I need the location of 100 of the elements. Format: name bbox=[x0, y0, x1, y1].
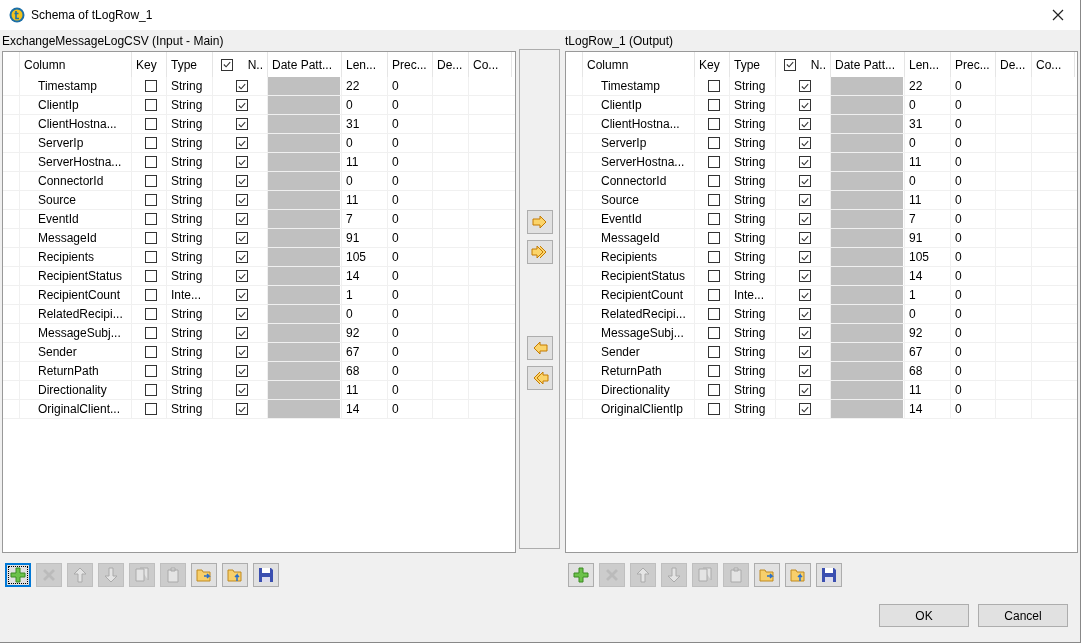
checkbox[interactable] bbox=[145, 289, 157, 301]
checkbox[interactable] bbox=[145, 365, 157, 377]
checkbox[interactable] bbox=[145, 118, 157, 130]
checkbox[interactable] bbox=[799, 270, 811, 282]
checkbox[interactable] bbox=[799, 118, 811, 130]
checkbox[interactable] bbox=[708, 327, 720, 339]
checkbox[interactable] bbox=[236, 403, 248, 415]
toolbar-button[interactable] bbox=[816, 563, 842, 587]
checkbox[interactable] bbox=[145, 232, 157, 244]
checkbox[interactable] bbox=[708, 175, 720, 187]
checkbox[interactable] bbox=[784, 58, 796, 71]
column-header[interactable]: Prec... bbox=[388, 52, 433, 77]
checkbox[interactable] bbox=[236, 384, 248, 396]
dialog-button[interactable]: OK bbox=[879, 604, 969, 627]
column-header[interactable]: Prec... bbox=[951, 52, 996, 77]
checkbox[interactable] bbox=[708, 289, 720, 301]
checkbox[interactable] bbox=[799, 175, 811, 187]
checkbox[interactable] bbox=[145, 308, 157, 320]
checkbox[interactable] bbox=[708, 99, 720, 111]
checkbox[interactable] bbox=[236, 175, 248, 187]
table-cell: String bbox=[734, 193, 766, 207]
checkbox[interactable] bbox=[236, 251, 248, 263]
column-header[interactable]: De... bbox=[433, 52, 469, 77]
column-header[interactable]: Type bbox=[730, 52, 776, 77]
checkbox[interactable] bbox=[708, 80, 720, 92]
checkbox[interactable] bbox=[236, 365, 248, 377]
checkbox[interactable] bbox=[799, 80, 811, 92]
checkbox[interactable] bbox=[236, 80, 248, 92]
checkbox[interactable] bbox=[145, 384, 157, 396]
checkbox[interactable] bbox=[145, 99, 157, 111]
checkbox[interactable] bbox=[145, 403, 157, 415]
checkbox[interactable] bbox=[708, 270, 720, 282]
column-header[interactable]: Column bbox=[583, 52, 695, 77]
table-cell: String bbox=[734, 98, 766, 112]
checkbox[interactable] bbox=[236, 118, 248, 130]
checkbox[interactable] bbox=[221, 58, 233, 71]
column-header[interactable]: Co... bbox=[469, 52, 512, 77]
checkbox[interactable] bbox=[708, 232, 720, 244]
checkbox[interactable] bbox=[145, 270, 157, 282]
checkbox[interactable] bbox=[708, 118, 720, 130]
checkbox[interactable] bbox=[236, 213, 248, 225]
toolbar-button[interactable] bbox=[253, 563, 279, 587]
column-header[interactable]: Key bbox=[132, 52, 167, 77]
checkbox[interactable] bbox=[799, 232, 811, 244]
column-header[interactable]: N.. bbox=[213, 52, 268, 77]
checkbox[interactable] bbox=[145, 194, 157, 206]
checkbox[interactable] bbox=[145, 137, 157, 149]
checkbox[interactable] bbox=[708, 365, 720, 377]
checkbox[interactable] bbox=[799, 289, 811, 301]
checkbox[interactable] bbox=[708, 213, 720, 225]
checkbox[interactable] bbox=[236, 346, 248, 358]
checkbox[interactable] bbox=[799, 156, 811, 168]
checkbox[interactable] bbox=[708, 137, 720, 149]
checkbox[interactable] bbox=[145, 80, 157, 92]
column-header[interactable]: Len... bbox=[905, 52, 951, 77]
checkbox[interactable] bbox=[799, 194, 811, 206]
checkbox[interactable] bbox=[145, 156, 157, 168]
transfer-button[interactable] bbox=[526, 366, 553, 390]
checkbox[interactable] bbox=[708, 403, 720, 415]
checkbox[interactable] bbox=[708, 156, 720, 168]
checkbox[interactable] bbox=[236, 327, 248, 339]
checkbox[interactable] bbox=[236, 270, 248, 282]
checkbox[interactable] bbox=[799, 365, 811, 377]
checkbox[interactable] bbox=[236, 194, 248, 206]
transfer-button[interactable] bbox=[526, 240, 553, 264]
checkbox[interactable] bbox=[799, 137, 811, 149]
checkbox[interactable] bbox=[708, 346, 720, 358]
checkbox[interactable] bbox=[708, 194, 720, 206]
checkbox[interactable] bbox=[236, 289, 248, 301]
checkbox[interactable] bbox=[708, 308, 720, 320]
table-cell: 0 bbox=[346, 307, 353, 321]
checkbox[interactable] bbox=[799, 346, 811, 358]
checkbox[interactable] bbox=[799, 403, 811, 415]
checkbox[interactable] bbox=[799, 327, 811, 339]
column-header[interactable]: Column bbox=[20, 52, 132, 77]
checkbox[interactable] bbox=[145, 327, 157, 339]
checkbox[interactable] bbox=[236, 156, 248, 168]
column-header[interactable]: Co... bbox=[1032, 52, 1075, 77]
checkbox[interactable] bbox=[799, 384, 811, 396]
checkbox[interactable] bbox=[236, 308, 248, 320]
column-header[interactable]: Key bbox=[695, 52, 730, 77]
checkbox[interactable] bbox=[236, 232, 248, 244]
checkbox[interactable] bbox=[708, 384, 720, 396]
column-header[interactable]: N.. bbox=[776, 52, 831, 77]
column-header[interactable]: De... bbox=[996, 52, 1032, 77]
checkbox[interactable] bbox=[799, 251, 811, 263]
column-header[interactable]: Len... bbox=[342, 52, 388, 77]
checkbox[interactable] bbox=[145, 175, 157, 187]
dialog-button[interactable]: Cancel bbox=[978, 604, 1068, 627]
column-header[interactable]: Type bbox=[167, 52, 213, 77]
checkbox[interactable] bbox=[708, 251, 720, 263]
checkbox[interactable] bbox=[145, 213, 157, 225]
checkbox[interactable] bbox=[145, 346, 157, 358]
checkbox[interactable] bbox=[799, 308, 811, 320]
checkbox[interactable] bbox=[236, 99, 248, 111]
checkbox[interactable] bbox=[799, 99, 811, 111]
toolbar-button[interactable] bbox=[5, 563, 31, 587]
checkbox[interactable] bbox=[799, 213, 811, 225]
checkbox[interactable] bbox=[145, 251, 157, 263]
checkbox[interactable] bbox=[236, 137, 248, 149]
